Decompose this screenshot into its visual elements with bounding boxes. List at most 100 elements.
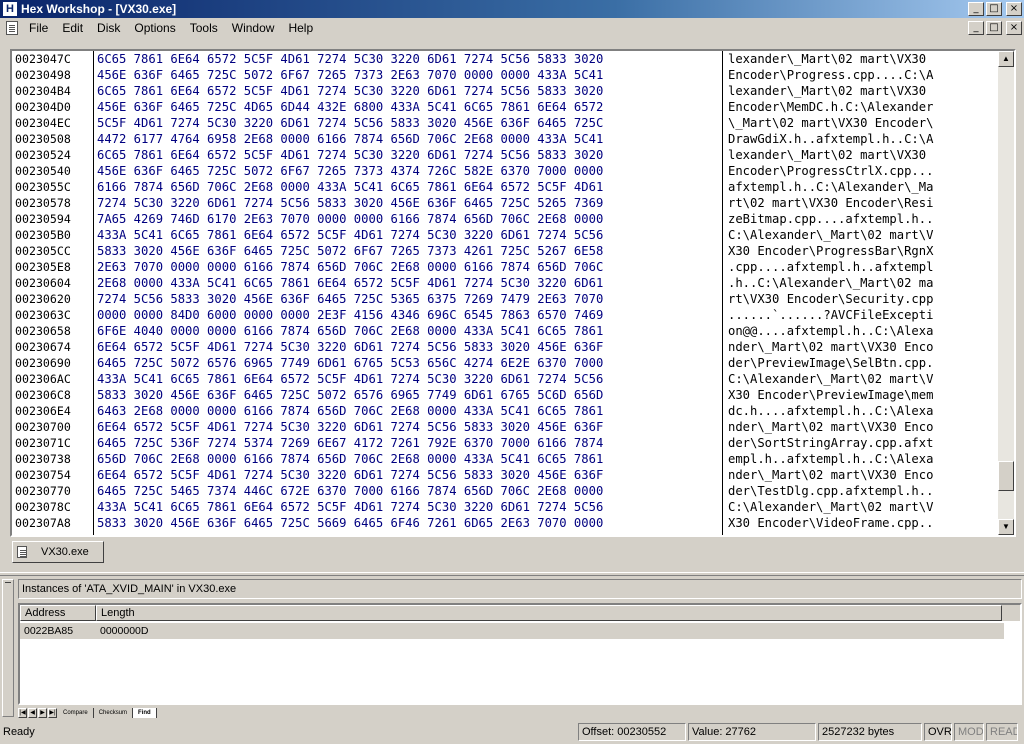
hex-row-ascii[interactable]: X30 Encoder\PreviewImage\mem xyxy=(724,387,984,403)
hex-row-ascii[interactable]: .h..C:\Alexander\_Mart\02 ma xyxy=(724,275,984,291)
menu-disk[interactable]: Disk xyxy=(90,21,127,35)
tab-checksum[interactable]: Checksum xyxy=(94,708,134,718)
tab-vx30-exe[interactable]: VX30.exe xyxy=(12,541,104,563)
hex-row-ascii[interactable]: rt\02 mart\VX30 Encoder\Resi xyxy=(724,195,984,211)
menu-edit[interactable]: Edit xyxy=(55,21,90,35)
hex-row-bytes[interactable]: 6C65 7861 6E64 6572 5C5F 4D61 7274 5C30 … xyxy=(94,147,722,163)
hex-row-ascii[interactable]: DrawGdiX.h..afxtempl.h..C:\A xyxy=(724,131,984,147)
hex-workshop-app-icon[interactable]: H xyxy=(3,2,17,16)
hex-row-bytes[interactable]: 2E63 7070 0000 0000 6166 7874 656D 706C … xyxy=(94,259,722,275)
hex-row-bytes[interactable]: 2E68 0000 433A 5C41 6C65 7861 6E64 6572 … xyxy=(94,275,722,291)
hex-row-ascii[interactable]: lexander\_Mart\02 mart\VX30 xyxy=(724,51,984,67)
hex-row-ascii[interactable]: C:\Alexander\_Mart\02 mart\V xyxy=(724,227,984,243)
scroll-down-arrow-icon[interactable]: ▼ xyxy=(998,519,1014,535)
hex-row-bytes[interactable]: 6166 7874 656D 706C 2E68 0000 433A 5C41 … xyxy=(94,179,722,195)
hex-row-address: 00230508 xyxy=(15,132,71,146)
hex-row-bytes[interactable]: 456E 636F 6465 725C 5072 6F67 7265 7373 … xyxy=(94,67,722,83)
ascii-column[interactable]: lexander\_Mart\02 mart\VX30 Encoder\Prog… xyxy=(724,51,984,535)
tab-find[interactable]: Find xyxy=(133,708,157,718)
column-header-address[interactable]: Address xyxy=(20,605,96,621)
hex-row-bytes[interactable]: 7274 5C56 5833 3020 456E 636F 6465 725C … xyxy=(94,291,722,307)
last-tab-icon[interactable]: ▶| xyxy=(48,708,57,718)
result-row[interactable]: 0022BA85 0000000D xyxy=(20,623,1004,639)
hex-row-ascii[interactable]: der\SortStringArray.cpp.afxt xyxy=(724,435,984,451)
hex-row-bytes[interactable]: 433A 5C41 6C65 7861 6E64 6572 5C5F 4D61 … xyxy=(94,499,722,515)
hex-row-ascii[interactable]: lexander\_Mart\02 mart\VX30 xyxy=(724,147,984,163)
tab-compare[interactable]: Compare xyxy=(58,708,94,718)
hex-row-ascii[interactable]: nder\_Mart\02 mart\VX30 Enco xyxy=(724,467,984,483)
hex-row-ascii[interactable]: nder\_Mart\02 mart\VX30 Enco xyxy=(724,339,984,355)
scroll-thumb[interactable] xyxy=(998,461,1014,491)
prev-tab-icon[interactable]: ◀ xyxy=(28,708,37,718)
hex-row-ascii[interactable]: C:\Alexander\_Mart\02 mart\V xyxy=(724,499,984,515)
hex-row-ascii[interactable]: afxtempl.h..C:\Alexander\_Ma xyxy=(724,179,984,195)
hex-row-ascii[interactable]: zeBitmap.cpp....afxtempl.h.. xyxy=(724,211,984,227)
scroll-up-arrow-icon[interactable]: ▲ xyxy=(998,51,1014,67)
hex-row-ascii[interactable]: on@@....afxtempl.h..C:\Alexa xyxy=(724,323,984,339)
hex-row-ascii[interactable]: der\TestDlg.cpp.afxtempl.h.. xyxy=(724,483,984,499)
hex-editor-pane[interactable]: 0023047C 00230498 002304B4 002304D0 002304EC… xyxy=(10,49,1016,537)
hex-row-bytes[interactable]: 6E64 6572 5C5F 4D61 7274 5C30 3220 6D61 … xyxy=(94,339,722,355)
hex-row-bytes[interactable]: 6E64 6572 5C5F 4D61 7274 5C30 3220 6D61 … xyxy=(94,467,722,483)
child-restore-button[interactable]: □ xyxy=(986,21,1002,35)
menu-file[interactable]: File xyxy=(22,21,55,35)
hex-row-ascii[interactable]: rt\VX30 Encoder\Security.cpp xyxy=(724,291,984,307)
hex-row-bytes[interactable]: 4472 6177 4764 6958 2E68 0000 6166 7874 … xyxy=(94,131,722,147)
hex-row-bytes[interactable]: 6C65 7861 6E64 6572 5C5F 4D61 7274 5C30 … xyxy=(94,51,722,67)
results-pane-gripper[interactable] xyxy=(2,579,14,717)
column-header-length[interactable]: Length xyxy=(96,605,1002,621)
hex-row-ascii[interactable]: dc.h....afxtempl.h..C:\Alexa xyxy=(724,403,984,419)
close-button[interactable]: × xyxy=(1006,2,1022,16)
hex-row-ascii[interactable]: \_Mart\02 mart\VX30 Encoder\ xyxy=(724,115,984,131)
hex-row-bytes[interactable]: 5833 3020 456E 636F 6465 725C 5669 6465 … xyxy=(94,515,722,531)
hex-row-address: 00230604 xyxy=(15,276,71,290)
child-minimize-button[interactable]: _ xyxy=(968,21,984,35)
first-tab-icon[interactable]: |◀ xyxy=(18,708,27,718)
hex-row-ascii[interactable]: Encoder\ProgressCtrlX.cpp... xyxy=(724,163,984,179)
hex-row-bytes[interactable]: 433A 5C41 6C65 7861 6E64 6572 5C5F 4D61 … xyxy=(94,227,722,243)
hex-row-bytes[interactable]: 6465 725C 5072 6576 6965 7749 6D61 6765 … xyxy=(94,355,722,371)
hex-row-address: 00230700 xyxy=(15,420,71,434)
hex-bytes-column[interactable]: 6C65 7861 6E64 6572 5C5F 4D61 7274 5C30 … xyxy=(94,51,723,535)
vertical-scrollbar[interactable]: ▲ ▼ xyxy=(998,51,1014,535)
hex-row-ascii[interactable]: lexander\_Mart\02 mart\VX30 xyxy=(724,83,984,99)
hex-row-bytes[interactable]: 433A 5C41 6C65 7861 6E64 6572 5C5F 4D61 … xyxy=(94,371,722,387)
hex-row-ascii[interactable]: empl.h..afxtempl.h..C:\Alexa xyxy=(724,451,984,467)
menu-help[interactable]: Help xyxy=(281,21,320,35)
hex-row-bytes[interactable]: 5C5F 4D61 7274 5C30 3220 6D61 7274 5C56 … xyxy=(94,115,722,131)
hex-row-bytes[interactable]: 456E 636F 6465 725C 4D65 6D44 432E 6800 … xyxy=(94,99,722,115)
hex-row-bytes[interactable]: 7274 5C30 3220 6D61 7274 5C56 5833 3020 … xyxy=(94,195,722,211)
hex-row-bytes[interactable]: 656D 706C 2E68 0000 6166 7874 656D 706C … xyxy=(94,451,722,467)
hex-row-bytes[interactable]: 5833 3020 456E 636F 6465 725C 5072 6F67 … xyxy=(94,243,722,259)
hex-row-bytes[interactable]: 456E 636F 6465 725C 5072 6F67 7265 7373 … xyxy=(94,163,722,179)
pane-splitter[interactable] xyxy=(0,572,1024,576)
hex-row-bytes[interactable]: 6E64 6572 5C5F 4D61 7274 5C30 3220 6D61 … xyxy=(94,419,722,435)
child-close-button[interactable]: × xyxy=(1006,21,1022,35)
hex-row-ascii[interactable]: C:\Alexander\_Mart\02 mart\V xyxy=(724,371,984,387)
hex-row-ascii[interactable]: X30 Encoder\ProgressBar\RgnX xyxy=(724,243,984,259)
hex-row-bytes[interactable]: 6463 2E68 0000 0000 6166 7874 656D 706C … xyxy=(94,403,722,419)
hex-row-bytes[interactable]: 7A65 4269 746D 6170 2E63 7070 0000 0000 … xyxy=(94,211,722,227)
menu-tools[interactable]: Tools xyxy=(183,21,225,35)
hex-row-bytes[interactable]: 0000 0000 84D0 6000 0000 0000 2E3F 4156 … xyxy=(94,307,722,323)
hex-row-ascii[interactable]: Encoder\MemDC.h.C:\Alexander xyxy=(724,99,984,115)
next-tab-icon[interactable]: ▶ xyxy=(38,708,47,718)
hex-row-ascii[interactable]: nder\_Mart\02 mart\VX30 Enco xyxy=(724,419,984,435)
hex-row-bytes[interactable]: 6F6E 4040 0000 0000 6166 7874 656D 706C … xyxy=(94,323,722,339)
hex-row-ascii[interactable]: .cpp....afxtempl.h..afxtempl xyxy=(724,259,984,275)
maximize-button[interactable]: □ xyxy=(986,2,1002,16)
hex-row-bytes[interactable]: 6C65 7861 6E64 6572 5C5F 4D61 7274 5C30 … xyxy=(94,83,722,99)
document-icon[interactable] xyxy=(6,21,18,35)
hex-row-ascii[interactable]: ......`......?AVCFileExcepti xyxy=(724,307,984,323)
hex-row-ascii[interactable]: der\PreviewImage\SelBtn.cpp. xyxy=(724,355,984,371)
menu-options[interactable]: Options xyxy=(127,21,182,35)
minimize-button[interactable]: _ xyxy=(968,2,984,16)
hex-row-ascii[interactable]: X30 Encoder\VideoFrame.cpp.. xyxy=(724,515,984,531)
menu-window[interactable]: Window xyxy=(225,21,282,35)
results-tab-strip: |◀ ◀ ▶ ▶| Compare Checksum Find xyxy=(18,707,1022,719)
results-list[interactable]: Address Length 0022BA85 0000000D xyxy=(18,603,1022,705)
hex-row-bytes[interactable]: 6465 725C 536F 7274 5374 7269 6E67 4172 … xyxy=(94,435,722,451)
hex-row-ascii[interactable]: Encoder\Progress.cpp....C:\A xyxy=(724,67,984,83)
hex-row-bytes[interactable]: 5833 3020 456E 636F 6465 725C 5072 6576 … xyxy=(94,387,722,403)
hex-row-bytes[interactable]: 6465 725C 5465 7374 446C 672E 6370 7000 … xyxy=(94,483,722,499)
